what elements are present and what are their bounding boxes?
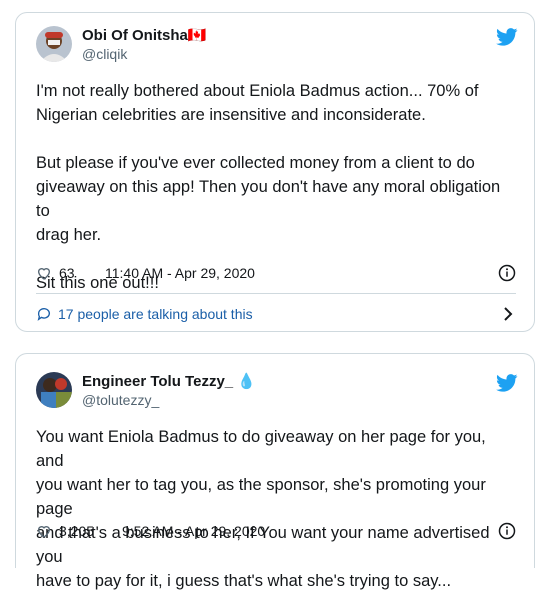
tweet-text: You want Eniola Badmus to do giveaway on…: [36, 428, 490, 590]
speech-bubble-icon: [37, 308, 50, 321]
display-name[interactable]: Obi Of Onitsha🇨🇦: [82, 26, 207, 45]
like-count[interactable]: 3,205: [59, 523, 94, 539]
tweet-card[interactable]: Obi Of Onitsha🇨🇦 @cliqik I'm not really …: [15, 12, 535, 332]
twitter-bird-icon[interactable]: [496, 28, 518, 46]
author-names: Engineer Tolu Tezzy_ 💧 @tolutezzy_: [82, 372, 256, 409]
tweet-header: Obi Of Onitsha🇨🇦 @cliqik: [36, 26, 518, 66]
twitter-bird-icon[interactable]: [496, 374, 518, 392]
avatar[interactable]: [36, 372, 72, 408]
info-icon[interactable]: [498, 264, 516, 282]
heart-icon[interactable]: [36, 523, 52, 539]
handle[interactable]: @cliqik: [82, 45, 207, 63]
display-name[interactable]: Engineer Tolu Tezzy_ 💧: [82, 372, 256, 391]
tweet-header: Engineer Tolu Tezzy_ 💧 @tolutezzy_: [36, 372, 518, 412]
avatar[interactable]: [36, 26, 72, 62]
like-count[interactable]: 63: [59, 265, 75, 281]
conversation-link[interactable]: 17 people are talking about this: [36, 303, 516, 325]
author-names: Obi Of Onitsha🇨🇦 @cliqik: [82, 26, 207, 63]
divider: [36, 293, 516, 294]
timestamp[interactable]: 11:40 AM - Apr 29, 2020: [105, 265, 255, 281]
chevron-right-icon[interactable]: [502, 307, 514, 321]
timestamp[interactable]: 9:52 AM - Apr 29, 2020: [122, 523, 265, 539]
tweet-card[interactable]: Engineer Tolu Tezzy_ 💧 @tolutezzy_ You w…: [15, 353, 535, 590]
tweet-meta: 3,205 9:52 AM - Apr 29, 2020: [36, 520, 516, 542]
info-icon[interactable]: [498, 522, 516, 540]
handle[interactable]: @tolutezzy_: [82, 391, 256, 409]
tweet-meta: 63 11:40 AM - Apr 29, 2020: [36, 262, 516, 284]
conversation-label[interactable]: 17 people are talking about this: [58, 306, 253, 322]
heart-icon[interactable]: [36, 265, 52, 281]
